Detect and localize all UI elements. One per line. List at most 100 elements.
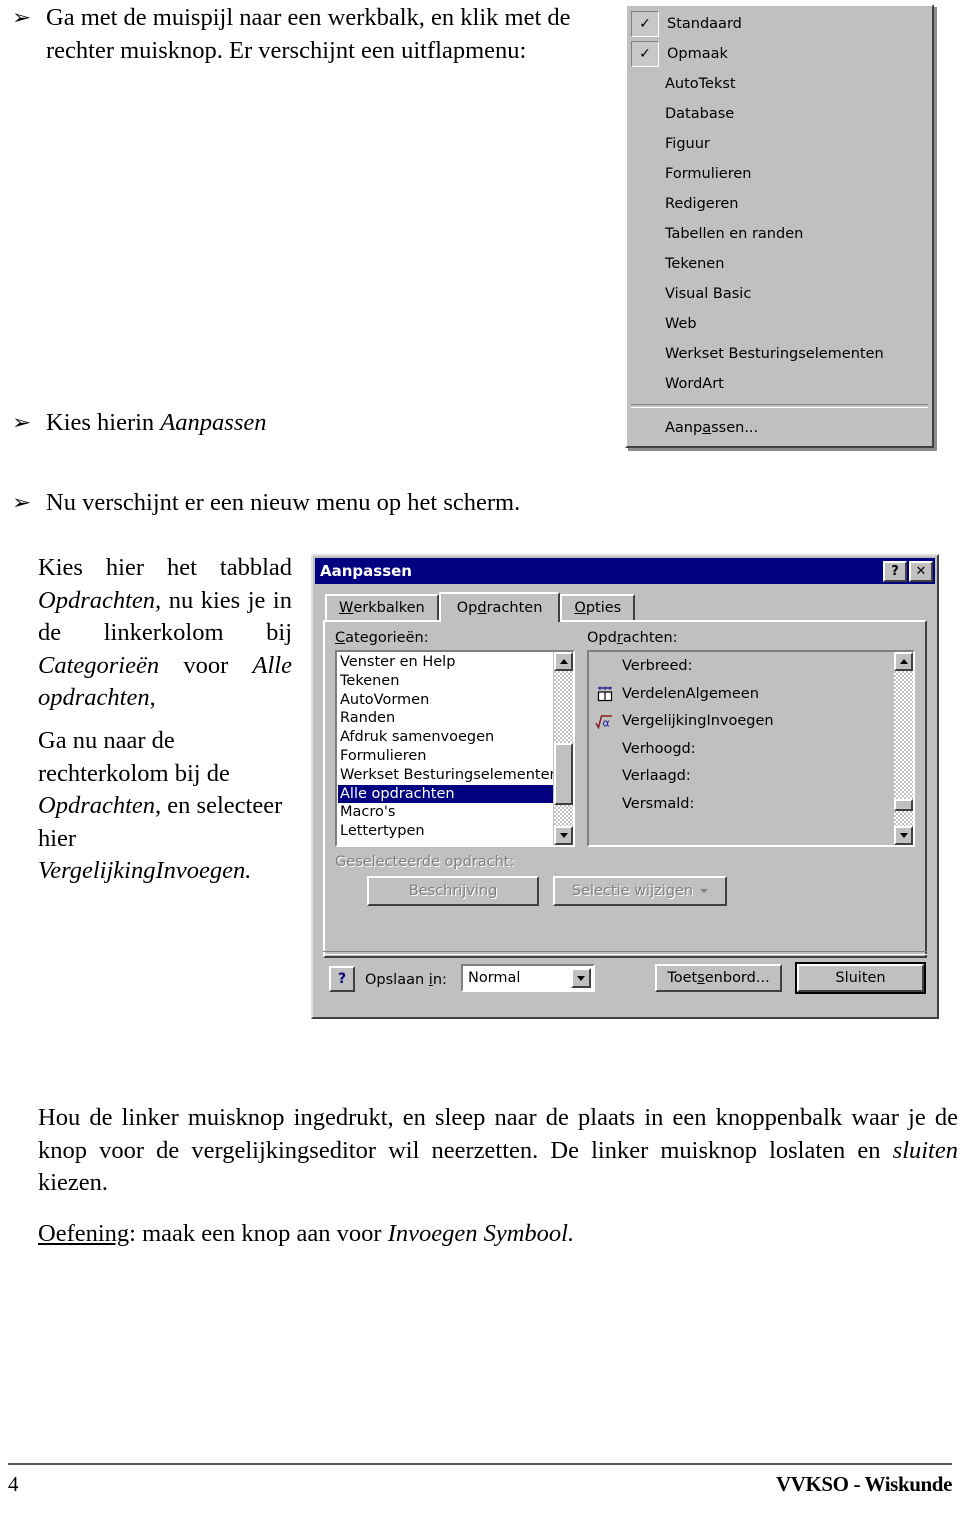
sp2-part4: VergelijkingInvoegen. <box>38 857 252 885</box>
check-placeholder <box>631 416 657 440</box>
toetsenbord-button[interactable]: Toet s enbord... <box>655 964 782 992</box>
menu-item-tekenen[interactable]: Tekenen <box>627 249 932 279</box>
list-item[interactable]: Venster en Help <box>338 653 553 672</box>
commands-label-suffix: achten: <box>622 630 678 646</box>
help-icon[interactable]: ? <box>883 560 907 582</box>
list-item[interactable]: Verbreed: <box>590 653 893 681</box>
svg-text:α: α <box>603 716 610 729</box>
opslaan-in-prefix: Opslaan <box>365 972 429 988</box>
tab-label-accel: O <box>574 600 586 616</box>
check-placeholder <box>631 132 657 156</box>
aanpassen-dialog[interactable]: Aanpassen ? ✕ Werkbalken Op d rachten Opti… <box>311 554 939 1019</box>
menu-item-figuur[interactable]: Figuur <box>627 129 932 159</box>
sp1-part2: Opdrachten, <box>38 586 162 614</box>
selectie-wijzigen-button[interactable]: Selectie wijzigen <box>553 876 727 906</box>
menu-item-werkset-besturingselementen[interactable]: Werkset Besturingselementen <box>627 339 932 369</box>
list-item[interactable]: AutoVormen <box>338 691 553 710</box>
command-label: Verbreed: <box>622 658 693 674</box>
tab-werkbalken[interactable]: Werkbalken <box>325 594 439 620</box>
check-icon: ✓ <box>631 11 659 37</box>
instruction-bullet-1: ➢ Ga met de muispijl naar een werkbalk, … <box>12 2 612 67</box>
menu-item-redigeren[interactable]: Redigeren <box>627 189 932 219</box>
menu-item-tabellen-en-randen[interactable]: Tabellen en randen <box>627 219 932 249</box>
list-item[interactable]: Lettertypen <box>338 822 553 841</box>
closing-paragraph: Hou de linker muisknop ingedrukt, en sle… <box>38 1102 958 1200</box>
list-item[interactable]: Tekenen <box>338 672 553 691</box>
scrollbar-track[interactable] <box>554 671 573 826</box>
menu-item-web[interactable]: Web <box>627 309 932 339</box>
dialog-title: Aanpassen <box>320 562 412 580</box>
scrollbar-track[interactable] <box>894 671 913 826</box>
opslaan-in-label: Opslaan in: <box>365 972 447 988</box>
beschrijving-button[interactable]: Beschrijving <box>367 876 539 906</box>
list-item[interactable]: α VergelijkingInvoegen <box>590 708 893 736</box>
arrow-bullet-icon: ➢ <box>12 490 32 514</box>
menu-separator <box>631 404 928 408</box>
list-item[interactable]: Versmald: <box>590 791 893 819</box>
categories-scrollbar[interactable] <box>553 652 573 845</box>
sluiten-button[interactable]: Sluiten <box>795 962 926 994</box>
tab-opdrachten[interactable]: Op d rachten <box>438 592 561 622</box>
command-label: VerdelenAlgemeen <box>622 685 759 702</box>
list-item[interactable]: Verlaagd: <box>590 763 893 791</box>
list-item-selected[interactable]: Alle opdrachten <box>338 784 553 804</box>
menu-item-autotekst[interactable]: AutoTekst <box>627 69 932 99</box>
tab-label-suffix: erkbalken <box>353 600 425 616</box>
scrollbar-thumb[interactable] <box>554 743 573 805</box>
scrollbar-thumb[interactable] <box>894 799 913 811</box>
list-item[interactable]: Verhoogd: <box>590 736 893 764</box>
menu-item-label: AutoTekst <box>665 76 736 92</box>
commands-listbox[interactable]: Verbreed: VerdelenAlgemeen α Vergelijkin… <box>587 650 915 847</box>
sluiten-label: Sluiten <box>797 964 924 992</box>
categories-list-items[interactable]: Venster en Help Tekenen AutoVormen Rande… <box>337 652 553 845</box>
menu-item-label: Standaard <box>667 16 742 32</box>
tab-label-accel: d <box>477 600 487 616</box>
close-icon[interactable]: ✕ <box>909 560 933 582</box>
page-number: 4 <box>8 1472 19 1496</box>
toolbar-context-menu[interactable]: ✓ Standaard ✓ Opmaak AutoTekst Database … <box>625 4 934 448</box>
dialog-help-button[interactable]: ? <box>329 966 355 992</box>
side-paragraph-select-command: Ga nu naar de rechterkolom bij de Opdrac… <box>38 725 292 888</box>
arrow-bullet-icon: ➢ <box>12 5 32 29</box>
menu-item-database[interactable]: Database <box>627 99 932 129</box>
no-icon <box>594 740 616 758</box>
equation-editor-icon: α <box>594 713 616 731</box>
list-item[interactable]: Werkset Besturingselementen <box>338 766 553 785</box>
command-label: Verhoogd: <box>622 740 696 757</box>
scroll-up-icon[interactable] <box>554 652 573 671</box>
list-item[interactable]: Macro's <box>338 803 553 822</box>
selected-command-label: Geselecteerde opdracht: <box>335 854 515 870</box>
menu-item-label: Tekenen <box>665 256 725 272</box>
menu-item-label: Web <box>665 316 697 332</box>
check-placeholder <box>631 312 657 336</box>
opslaan-in-value: Normal <box>468 970 521 986</box>
menu-item-aanpassen[interactable]: Aanpassen... <box>627 413 932 443</box>
menu-item-label: Tabellen en randen <box>665 226 804 242</box>
commands-scrollbar[interactable] <box>893 652 913 845</box>
sp1-part7: , <box>149 684 156 712</box>
tab-opties[interactable]: Opties <box>560 594 636 620</box>
list-item[interactable]: Formulieren <box>338 747 553 766</box>
scroll-down-icon[interactable] <box>894 826 913 845</box>
command-label: VergelijkingInvoegen <box>622 713 774 729</box>
check-placeholder <box>631 72 657 96</box>
commands-list-items[interactable]: Verbreed: VerdelenAlgemeen α Vergelijkin… <box>589 652 893 845</box>
list-item[interactable]: VerdelenAlgemeen <box>590 681 893 709</box>
chevron-down-icon[interactable] <box>571 968 591 988</box>
menu-item-formulieren[interactable]: Formulieren <box>627 159 932 189</box>
menu-item-visual-basic[interactable]: Visual Basic <box>627 279 932 309</box>
dialog-titlebar[interactable]: Aanpassen ? ✕ <box>315 558 935 584</box>
scroll-down-icon[interactable] <box>554 826 573 845</box>
menu-item-standaard[interactable]: ✓ Standaard <box>627 9 932 39</box>
menu-item-wordart[interactable]: WordArt <box>627 369 932 399</box>
categories-listbox[interactable]: Venster en Help Tekenen AutoVormen Rande… <box>335 650 575 847</box>
menu-item-opmaak[interactable]: ✓ Opmaak <box>627 39 932 69</box>
scroll-up-icon[interactable] <box>894 652 913 671</box>
menu-item-label: Visual Basic <box>665 286 752 302</box>
list-item[interactable]: Afdruk samenvoegen <box>338 728 553 747</box>
categories-label-accel: C <box>335 630 346 646</box>
opslaan-in-combobox[interactable]: Normal <box>461 964 595 992</box>
list-item[interactable]: Randen <box>338 709 553 728</box>
categories-label: Categorieën: <box>335 630 429 646</box>
dialog-tabstrip[interactable]: Werkbalken Op d rachten Opties <box>313 591 937 622</box>
